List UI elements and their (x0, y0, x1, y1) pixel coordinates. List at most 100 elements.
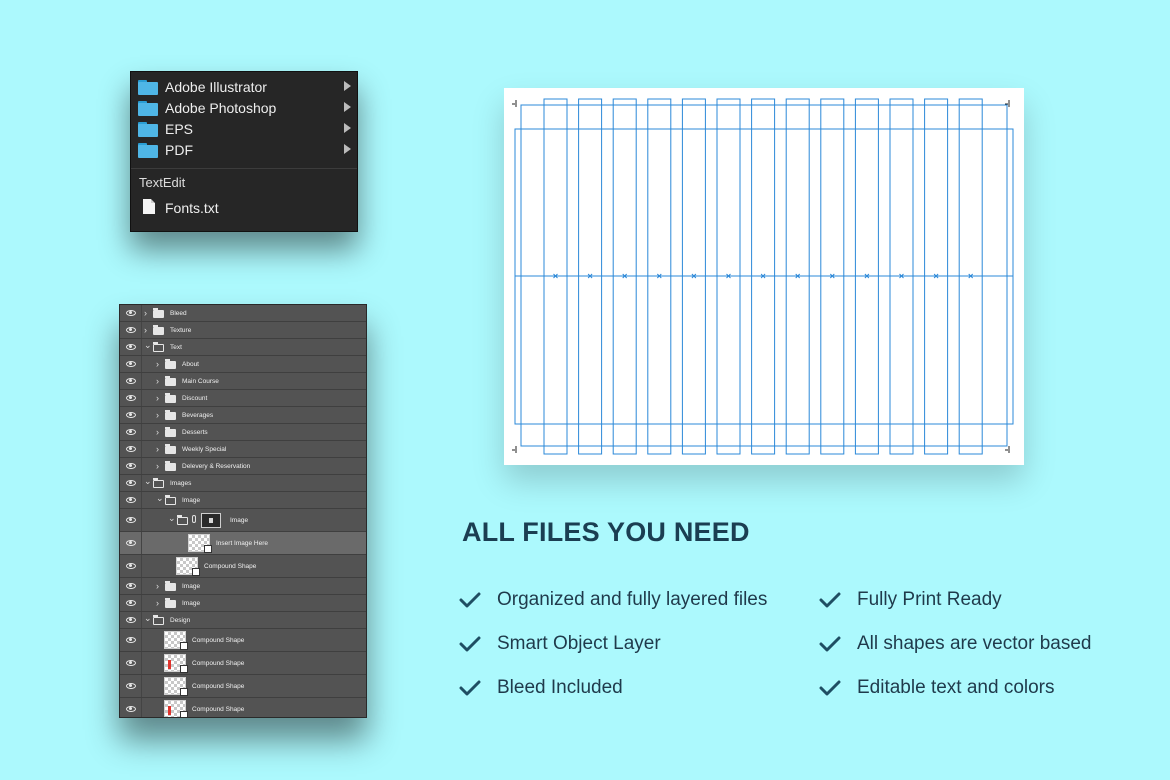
layer-row[interactable]: › Texture (120, 322, 366, 339)
layer-row[interactable]: › Image (120, 595, 366, 612)
visibility-eye-icon[interactable] (126, 309, 136, 316)
visibility-eye-icon[interactable] (126, 428, 136, 435)
layer-row[interactable]: › Bleed (120, 305, 366, 322)
layer-name: Discount (182, 394, 208, 402)
visibility-eye-icon[interactable] (126, 377, 136, 384)
column-divider (141, 475, 142, 491)
visibility-eye-icon[interactable] (126, 411, 136, 418)
folder-item-eps[interactable]: EPS (131, 119, 357, 140)
folder-item-adobe-photoshop[interactable]: Adobe Photoshop (131, 98, 357, 119)
visibility-eye-icon[interactable] (126, 462, 136, 469)
layer-row[interactable]: ⌄ Image (120, 492, 366, 509)
layer-row[interactable]: › About (120, 356, 366, 373)
visibility-eye-icon[interactable] (126, 326, 136, 333)
layer-row[interactable]: › Weekly Special (120, 441, 366, 458)
chevron-right-icon[interactable]: › (156, 376, 159, 386)
layer-row[interactable]: ⌄ Images (120, 475, 366, 492)
visibility-eye-icon[interactable] (126, 394, 136, 401)
visibility-eye-icon[interactable] (126, 636, 136, 643)
check-icon (819, 680, 841, 696)
chevron-right-icon[interactable]: › (156, 410, 159, 420)
smart-object-badge-icon (192, 568, 200, 576)
layer-thumbnail (176, 557, 200, 576)
layer-row[interactable]: Compound Shape (120, 698, 366, 717)
layer-row[interactable]: ⌄ Image (120, 509, 366, 532)
layer-row[interactable]: › Main Course (120, 373, 366, 390)
feature-text: Fully Print Ready (857, 589, 1002, 610)
files-menu-panel: Adobe Illustrator Adobe Photoshop EPS PD… (130, 71, 358, 232)
visibility-eye-icon[interactable] (126, 562, 136, 569)
visibility-eye-icon[interactable] (126, 682, 136, 689)
layer-row[interactable]: Compound Shape (120, 652, 366, 675)
layer-row[interactable]: › Discount (120, 390, 366, 407)
layer-row[interactable]: Insert Image Here (120, 532, 366, 555)
visibility-eye-icon[interactable] (126, 599, 136, 606)
smart-object-badge-icon (180, 688, 188, 696)
visibility-eye-icon[interactable] (126, 479, 136, 486)
chevron-right-icon[interactable]: › (156, 581, 159, 591)
folder-icon (138, 101, 158, 116)
chevron-down-icon[interactable]: ⌄ (144, 340, 152, 350)
chevron-right-icon (344, 123, 351, 133)
layer-row[interactable]: › Desserts (120, 424, 366, 441)
folder-icon (165, 495, 176, 505)
column-divider (141, 390, 142, 406)
column-divider (141, 612, 142, 628)
chevron-right-icon[interactable]: › (156, 359, 159, 369)
folder-label: Adobe Illustrator (165, 79, 267, 95)
chevron-down-icon[interactable]: ⌄ (144, 613, 152, 623)
layer-row[interactable]: Compound Shape (120, 675, 366, 698)
folder-item-pdf[interactable]: PDF (131, 140, 357, 161)
chevron-right-icon[interactable]: › (144, 325, 147, 335)
chevron-right-icon[interactable]: › (156, 444, 159, 454)
layer-row[interactable]: Compound Shape (120, 555, 366, 578)
layer-name: Beverages (182, 411, 214, 419)
visibility-eye-icon[interactable] (126, 582, 136, 589)
chevron-right-icon (344, 81, 351, 91)
folder-item-adobe-illustrator[interactable]: Adobe Illustrator (131, 77, 357, 98)
folder-icon (165, 598, 176, 608)
layer-name: Weekly Special (182, 445, 227, 453)
visibility-eye-icon[interactable] (126, 516, 136, 523)
folder-icon (165, 376, 176, 386)
file-item-fonts[interactable]: Fonts.txt (165, 200, 219, 216)
section-label-textedit: TextEdit (139, 175, 186, 190)
crop-mark (512, 446, 517, 453)
chevron-down-icon[interactable]: ⌄ (156, 493, 164, 503)
column-divider (141, 698, 142, 717)
visibility-eye-icon[interactable] (126, 616, 136, 623)
features-heading: ALL FILES YOU NEED (462, 517, 750, 547)
visibility-eye-icon[interactable] (126, 496, 136, 503)
visibility-eye-icon[interactable] (126, 360, 136, 367)
layer-row[interactable]: › Image (120, 578, 366, 595)
layer-row[interactable]: Compound Shape (120, 629, 366, 652)
layer-row[interactable]: ⌄ Design (120, 612, 366, 629)
visibility-eye-icon[interactable] (126, 659, 136, 666)
layer-row[interactable]: › Beverages (120, 407, 366, 424)
visibility-eye-icon[interactable] (126, 539, 136, 546)
layer-name: Insert Image Here (216, 539, 269, 547)
layer-thumbnail (164, 677, 188, 696)
column-divider (141, 424, 142, 440)
column-divider (141, 373, 142, 389)
chevron-right-icon (344, 144, 351, 154)
layer-name: Compound Shape (192, 682, 245, 690)
chevron-right-icon[interactable]: › (156, 427, 159, 437)
column-divider (141, 595, 142, 611)
chevron-down-icon[interactable]: ⌄ (168, 513, 176, 523)
layer-row[interactable]: › Delevery & Reservation (120, 458, 366, 475)
folder-icon (153, 478, 164, 488)
visibility-eye-icon[interactable] (126, 343, 136, 350)
chevron-down-icon[interactable]: ⌄ (144, 476, 152, 486)
visibility-eye-icon[interactable] (126, 705, 136, 712)
chevron-right-icon[interactable]: › (156, 461, 159, 471)
layer-name: Image (182, 599, 201, 607)
chevron-right-icon[interactable]: › (144, 308, 147, 318)
crop-mark (512, 100, 517, 107)
layer-name: Image (182, 582, 201, 590)
layer-row[interactable]: ⌄ Text (120, 339, 366, 356)
folder-icon (138, 122, 158, 137)
chevron-right-icon[interactable]: › (156, 598, 159, 608)
chevron-right-icon[interactable]: › (156, 393, 159, 403)
visibility-eye-icon[interactable] (126, 445, 136, 452)
